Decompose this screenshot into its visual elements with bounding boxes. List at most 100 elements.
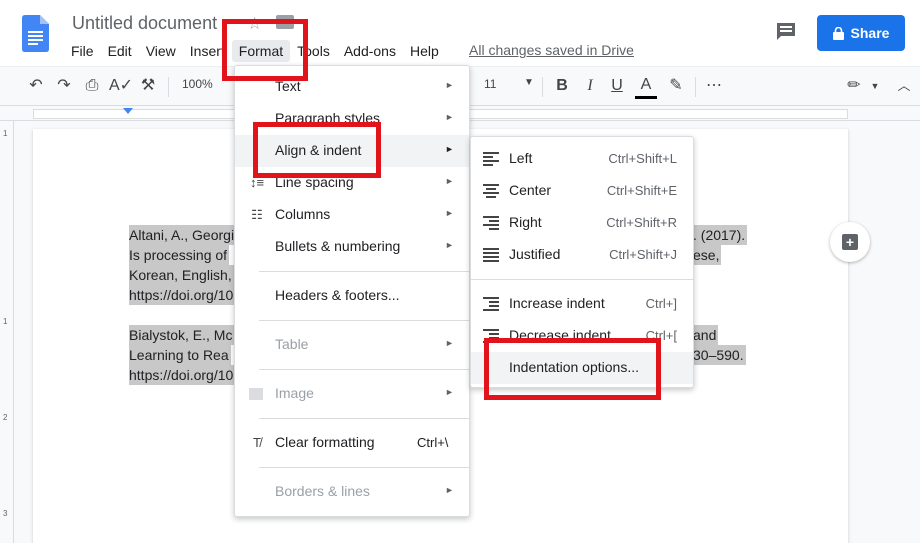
- submenu-item-align-right[interactable]: Right Ctrl+Shift+R: [471, 207, 693, 239]
- menu-addons[interactable]: Add-ons: [337, 40, 403, 62]
- ruler-number: 2: [3, 413, 8, 422]
- document-text-fragment[interactable]: and: [693, 325, 719, 345]
- share-button[interactable]: Share: [817, 15, 905, 51]
- document-text-line[interactable]: Learning to Rea: [129, 345, 231, 365]
- scrollbar[interactable]: [904, 121, 920, 543]
- submenu-arrow-icon: ►: [445, 485, 454, 495]
- toolbar-divider: [695, 77, 696, 97]
- document-text-line[interactable]: https://doi.org/10: [129, 365, 236, 385]
- editing-mode-icon[interactable]: ✏: [843, 75, 865, 97]
- menu-item-label: Image: [275, 385, 314, 401]
- submenu-item-label: Right: [509, 214, 542, 230]
- submenu-item-label: Left: [509, 150, 533, 166]
- zoom-select[interactable]: 100%: [182, 77, 213, 91]
- menu-item-label: Table: [275, 336, 309, 352]
- print-icon[interactable]: ⎙: [81, 75, 103, 97]
- menu-item-label: Bullets & numbering: [275, 238, 401, 254]
- chevron-down-icon[interactable]: ▼: [524, 77, 534, 88]
- submenu-arrow-icon: ►: [445, 208, 454, 218]
- spellcheck-icon[interactable]: A✓: [109, 75, 133, 97]
- share-label: Share: [850, 25, 890, 41]
- google-docs-logo[interactable]: [22, 15, 49, 52]
- add-comment-button[interactable]: +: [830, 222, 870, 262]
- document-text-fragment[interactable]: 30–590.: [693, 345, 746, 365]
- collapse-menu-icon[interactable]: ︿: [893, 75, 915, 97]
- document-text-line[interactable]: https://doi.org/10: [129, 285, 236, 305]
- menu-item-borders-lines: Borders & lines ►: [235, 476, 469, 508]
- submenu-item-label: Justified: [509, 246, 561, 262]
- align-center-icon: [483, 183, 499, 199]
- add-comment-icon: +: [842, 234, 858, 250]
- undo-icon[interactable]: ↶: [25, 75, 47, 97]
- italic-button[interactable]: I: [579, 75, 601, 97]
- submenu-item-increase-indent[interactable]: Increase indent Ctrl+]: [471, 288, 693, 320]
- highlight-icon[interactable]: ✎: [665, 75, 687, 97]
- annotation-box-indentation-options: [484, 338, 661, 400]
- chevron-down-icon[interactable]: ▼: [864, 75, 886, 97]
- submenu-item-align-left[interactable]: Left Ctrl+Shift+L: [471, 143, 693, 175]
- lock-icon: [832, 26, 844, 40]
- submenu-item-label: Increase indent: [509, 295, 605, 311]
- menu-file[interactable]: File: [64, 40, 101, 62]
- underline-button[interactable]: U: [606, 75, 628, 97]
- document-text-fragment[interactable]: . (2017).: [693, 225, 748, 245]
- clear-formatting-icon: T̸: [253, 435, 261, 450]
- menu-divider: [259, 418, 469, 419]
- text-color-button[interactable]: A: [635, 75, 657, 99]
- menu-divider: [259, 467, 469, 468]
- menu-item-headers-footers[interactable]: Headers & footers...: [235, 280, 469, 312]
- submenu-item-justify[interactable]: Justified Ctrl+Shift+J: [471, 239, 693, 271]
- document-text-line[interactable]: Is processing of: [129, 245, 230, 265]
- submenu-arrow-icon: ►: [445, 387, 454, 397]
- submenu-arrow-icon: ►: [445, 240, 454, 250]
- menu-divider: [259, 369, 469, 370]
- submenu-item-label: Center: [509, 182, 552, 198]
- menu-item-label: Clear formatting: [275, 434, 375, 450]
- document-text-line[interactable]: Korean, English,: [129, 265, 234, 285]
- paint-format-icon[interactable]: ⚒: [137, 75, 159, 97]
- submenu-item-shortcut: Ctrl+Shift+E: [606, 183, 677, 198]
- menu-item-label: Borders & lines: [275, 483, 370, 499]
- document-title[interactable]: Untitled document: [72, 13, 217, 34]
- increase-indent-icon: [483, 296, 499, 312]
- submenu-arrow-icon: ►: [445, 144, 454, 154]
- comment-history-icon[interactable]: [775, 22, 797, 42]
- menu-item-shortcut: Ctrl+\: [417, 435, 449, 450]
- ruler-number: 1: [3, 129, 8, 138]
- document-text-line[interactable]: Altani, A., Georgi: [129, 225, 237, 245]
- toolbar-divider: [542, 77, 543, 97]
- submenu-arrow-icon: ►: [445, 80, 454, 90]
- menu-divider: [259, 271, 469, 272]
- submenu-item-align-center[interactable]: Center Ctrl+Shift+E: [471, 175, 693, 207]
- document-text-line[interactable]: Bialystok, E., Mc: [129, 325, 235, 345]
- menu-item-bullets-numbering[interactable]: Bullets & numbering ►: [235, 231, 469, 263]
- menu-item-columns[interactable]: ☷ Columns ►: [235, 199, 469, 231]
- menu-help[interactable]: Help: [403, 40, 446, 62]
- menu-edit[interactable]: Edit: [101, 40, 139, 62]
- submenu-item-shortcut: Ctrl+Shift+R: [606, 215, 677, 230]
- align-right-icon: [483, 215, 499, 231]
- menu-view[interactable]: View: [139, 40, 183, 62]
- submenu-arrow-icon: ►: [445, 176, 454, 186]
- bold-button[interactable]: B: [551, 75, 573, 97]
- save-status-link[interactable]: All changes saved in Drive: [469, 42, 634, 58]
- font-size-select[interactable]: 11: [484, 77, 496, 91]
- ruler-number: 3: [3, 509, 8, 518]
- toolbar-divider: [168, 77, 169, 97]
- more-options-button[interactable]: ⋯: [703, 75, 725, 97]
- menu-divider: [471, 279, 693, 280]
- menu-divider: [259, 320, 469, 321]
- menu-item-clear-formatting[interactable]: T̸ Clear formatting Ctrl+\: [235, 427, 469, 459]
- indent-marker-icon[interactable]: [123, 108, 133, 114]
- submenu-item-shortcut: Ctrl+]: [645, 296, 677, 311]
- submenu-arrow-icon: ►: [445, 338, 454, 348]
- document-text-fragment[interactable]: ese,: [693, 245, 722, 265]
- vertical-ruler[interactable]: 1 1 2 3: [0, 121, 14, 543]
- menu-item-table: Table ►: [235, 329, 469, 361]
- redo-icon[interactable]: ↷: [53, 75, 75, 97]
- align-justify-icon: [483, 247, 499, 263]
- columns-icon: ☷: [251, 207, 263, 222]
- image-icon: [249, 388, 263, 400]
- submenu-item-shortcut: Ctrl+Shift+J: [609, 247, 677, 262]
- align-left-icon: [483, 151, 499, 167]
